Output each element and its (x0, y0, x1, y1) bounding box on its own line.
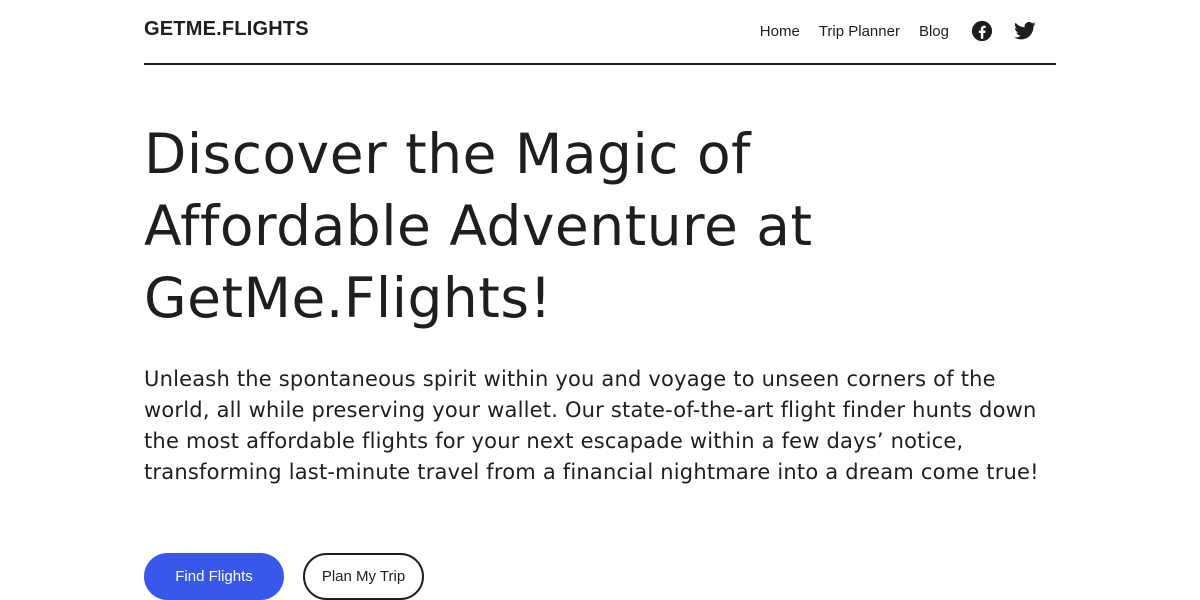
hero-title: Discover the Magic of Affordable Adventu… (144, 118, 1044, 334)
hero-description: Unleash the spontaneous spirit within yo… (144, 367, 1039, 484)
page: GETME.FLIGHTS Home Trip Planner Blog Dis… (0, 0, 1200, 600)
hero-title-line: GetMe.Flights! (144, 266, 553, 330)
site-header: GETME.FLIGHTS Home Trip Planner Blog (144, 0, 1056, 65)
hero-title-line: Affordable Adventure at (144, 194, 813, 258)
site-logo-text[interactable]: GETME.FLIGHTS (144, 18, 309, 41)
facebook-icon[interactable] (971, 20, 993, 42)
twitter-icon[interactable] (1014, 20, 1036, 42)
find-flights-button[interactable]: Find Flights (144, 553, 284, 600)
nav-item-trip-planner[interactable]: Trip Planner (819, 23, 900, 40)
nav-item-home[interactable]: Home (760, 23, 800, 40)
nav-item-blog[interactable]: Blog (919, 23, 949, 40)
plan-my-trip-button[interactable]: Plan My Trip (303, 553, 424, 600)
hero-title-line: Discover the Magic of (144, 122, 751, 186)
main-navigation: Home Trip Planner Blog (760, 18, 1036, 44)
